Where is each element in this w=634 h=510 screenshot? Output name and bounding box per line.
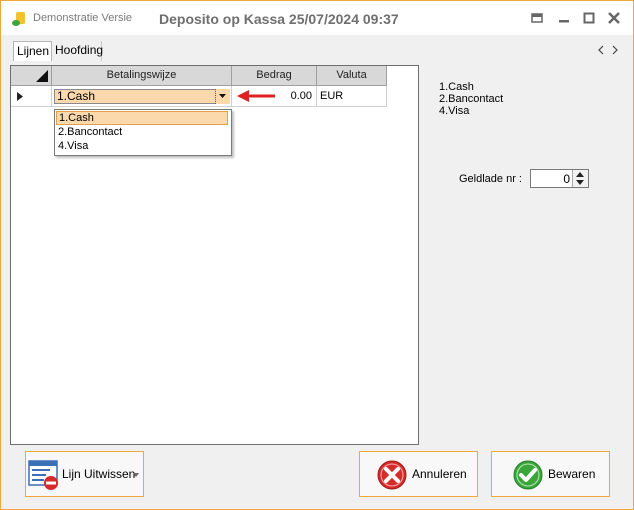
restore-icon[interactable] [529,10,545,26]
combo-value: 1.Cash [57,89,96,103]
delete-list-icon [28,460,58,490]
betalingswijze-dropdown[interactable]: 1.Cash 2.Bancontact 4.Visa [54,109,232,156]
delete-line-button[interactable]: Lijn Uitwissen [25,451,144,497]
column-header-bedrag[interactable]: Bedrag [232,66,317,86]
arrow-left-icon [237,90,275,102]
list-item: 2.Bancontact [439,93,504,105]
dropdown-option-visa[interactable]: 4.Visa [56,139,228,153]
close-icon[interactable] [606,10,622,26]
cancel-icon [377,460,407,490]
save-label: Bewaren [548,467,596,481]
delete-line-label: Lijn Uitwissen [62,467,136,481]
select-all-icon [36,70,48,82]
tab-lijnen[interactable]: Lijnen [13,41,52,62]
lines-grid[interactable]: Betalingswijze Bedrag Valuta 0.00 EUR 1.… [10,65,419,445]
tab-hoofding[interactable]: Hoofding [52,41,103,61]
spin-up-icon[interactable] [576,172,584,177]
column-header-betalingswijze[interactable]: Betalingswijze [52,66,232,86]
window-title: Deposito op Kassa 25/07/2024 09:37 [159,11,399,27]
checkmark-icon [513,460,543,490]
coins-icon [12,12,25,26]
column-header-valuta[interactable]: Valuta [317,66,387,86]
betalingswijze-combo[interactable]: 1.Cash [54,89,230,104]
tab-scroll-right-icon[interactable] [611,45,619,55]
cell-valuta[interactable]: EUR [317,86,387,107]
maximize-icon[interactable] [581,10,597,26]
title-bar: Demonstratie Versie Deposito op Kassa 25… [1,1,633,35]
cancel-label: Annuleren [412,467,467,481]
row-header[interactable] [11,86,52,107]
list-item: 4.Visa [439,105,470,117]
tab-scroll-left-icon[interactable] [597,45,605,55]
grid-corner[interactable] [11,66,52,86]
payment-methods-list: 1.Cash 2.Bancontact 4.Visa [439,81,503,117]
geldlade-value[interactable]: 0 [563,172,570,186]
window: Demonstratie Versie Deposito op Kassa 25… [0,0,634,510]
minimize-icon[interactable] [556,10,572,26]
cancel-button[interactable]: Annuleren [359,451,478,497]
brand-label: Demonstratie Versie [33,12,133,24]
save-button[interactable]: Bewaren [491,451,610,497]
tab-bar: Lijnen Hoofding [1,35,633,62]
chevron-down-icon [219,94,226,98]
spinner-buttons[interactable] [572,170,588,187]
list-item: 1.Cash [439,81,474,93]
geldlade-spinner[interactable]: 0 [530,169,589,188]
dropdown-option-bancontact[interactable]: 2.Bancontact [56,125,228,139]
spin-down-icon[interactable] [576,180,584,185]
dropdown-caret-icon [133,473,139,477]
dropdown-option-cash[interactable]: 1.Cash [56,111,228,125]
current-row-icon [17,92,23,101]
combo-dropdown-button[interactable] [215,89,230,104]
geldlade-label: Geldlade nr : [459,173,522,185]
